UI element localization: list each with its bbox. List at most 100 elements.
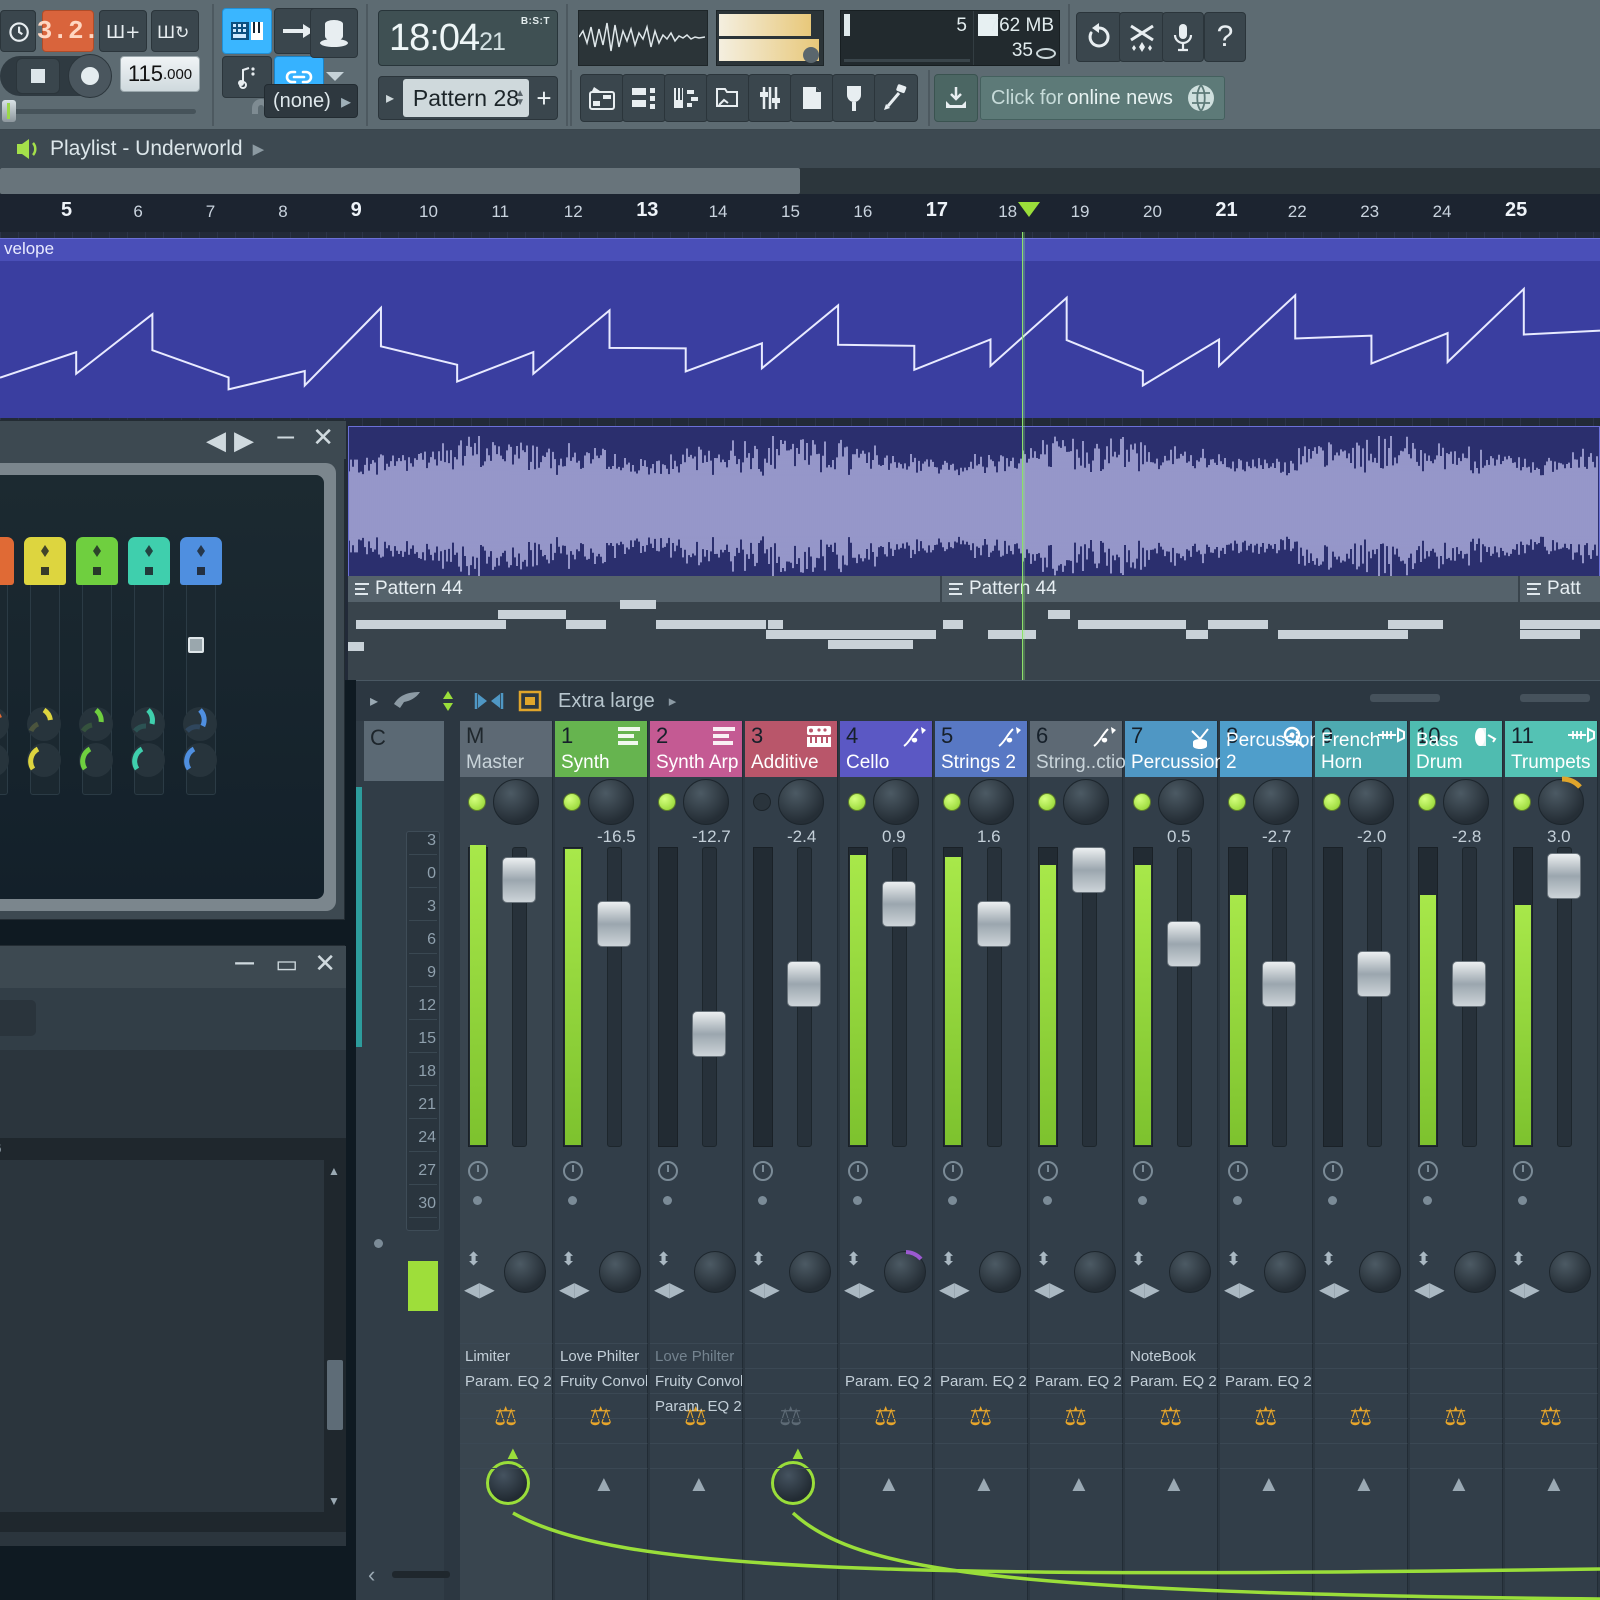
- strip-send-knob[interactable]: [884, 1250, 926, 1293]
- maximize-icon[interactable]: ▭: [275, 950, 298, 979]
- strip-updown-arrows[interactable]: ⬍: [846, 1249, 861, 1270]
- mixer-effect-slot[interactable]: [1315, 1418, 1408, 1443]
- strip-stereo-separation-icon[interactable]: ◀▶: [654, 1277, 685, 1302]
- pattern-clip-header[interactable]: Pattern 44: [348, 576, 940, 602]
- mixer-effect-slot[interactable]: [1410, 1418, 1503, 1443]
- undo-icon[interactable]: [1076, 12, 1122, 62]
- prev-preset-icon[interactable]: ◀: [206, 425, 226, 456]
- channel-rack-icon[interactable]: [622, 74, 666, 122]
- mixer-effect-slot[interactable]: [1410, 1393, 1503, 1418]
- mixer-scrollbar-a[interactable]: [1370, 694, 1440, 702]
- minimize-icon[interactable]: –: [277, 419, 294, 453]
- strip-updown-arrows[interactable]: ⬍: [561, 1249, 576, 1270]
- strip-volume-fader[interactable]: [597, 901, 631, 947]
- strip-dot-indicator[interactable]: [473, 1196, 482, 1205]
- strip-header[interactable]: M Master: [460, 721, 552, 777]
- mixer-effect-slot[interactable]: [1125, 1443, 1218, 1468]
- strip-record-arm-icon[interactable]: [1038, 1161, 1058, 1181]
- mixer-effect-slot[interactable]: [650, 1443, 743, 1468]
- mixer-effect-slot[interactable]: [745, 1368, 838, 1393]
- strip-updown-arrows[interactable]: ⬍: [1036, 1249, 1051, 1270]
- strip-header[interactable]: 1 Synth: [555, 721, 647, 777]
- strip-enable-led[interactable]: [563, 793, 581, 811]
- strip-pan-knob[interactable]: [493, 779, 539, 825]
- strip-volume-fader-track[interactable]: [1177, 847, 1192, 1147]
- shuffle-icon[interactable]: [1119, 12, 1165, 62]
- pattern-note[interactable]: [828, 640, 913, 649]
- pattern-note[interactable]: [1186, 630, 1208, 639]
- strip-record-arm-icon[interactable]: [1418, 1161, 1438, 1181]
- strip-updown-arrows[interactable]: ⬍: [1416, 1249, 1431, 1270]
- strip-enable-led[interactable]: [753, 793, 771, 811]
- strip-pan-knob[interactable]: [1063, 779, 1109, 825]
- mixer-effect-slot[interactable]: [1505, 1418, 1598, 1443]
- strip-volume-fader[interactable]: [1452, 961, 1486, 1007]
- strip-volume-fader[interactable]: [692, 1011, 726, 1057]
- strip-pan-knob[interactable]: [1443, 779, 1489, 825]
- close-icon[interactable]: ✕: [312, 422, 334, 453]
- pattern-clip-header[interactable]: Pattern 44: [942, 576, 1518, 602]
- eq-bandwidth-knob[interactable]: [79, 743, 113, 777]
- mixer-effect-slot[interactable]: [1315, 1368, 1408, 1393]
- mixer-effect-slot[interactable]: [460, 1468, 553, 1493]
- strip-volume-fader[interactable]: [1072, 847, 1106, 893]
- loop-record-icon[interactable]: Ш↻: [151, 10, 199, 52]
- mixer-effect-slot[interactable]: [935, 1468, 1028, 1493]
- strip-volume-fader[interactable]: [1262, 961, 1296, 1007]
- strip-send-knob[interactable]: [1359, 1251, 1401, 1293]
- strip-enable-led[interactable]: [848, 793, 866, 811]
- strip-dot-indicator[interactable]: [853, 1196, 862, 1205]
- mixer-effect-slot[interactable]: [650, 1418, 743, 1443]
- pattern-field[interactable]: Pattern 28 ▲ ▼: [403, 79, 529, 117]
- mixer-effect-slot[interactable]: [1030, 1468, 1123, 1493]
- strip-enable-led[interactable]: [658, 793, 676, 811]
- mixer-effect-slot[interactable]: [1505, 1343, 1598, 1368]
- plugin-picker-icon[interactable]: [790, 74, 834, 122]
- strip-header[interactable]: 4 Cello: [840, 721, 932, 777]
- strip-stereo-separation-icon[interactable]: ◀▶: [1129, 1277, 1160, 1302]
- chevron-right-icon[interactable]: ▶: [253, 140, 265, 158]
- next-preset-icon[interactable]: ▶: [234, 425, 254, 456]
- mixer-effect-slot[interactable]: [1505, 1393, 1598, 1418]
- metronome-icon[interactable]: [0, 10, 36, 52]
- strip-enable-led[interactable]: [1418, 793, 1436, 811]
- minimize-icon[interactable]: –: [235, 942, 254, 981]
- mixer-effect-slot[interactable]: [1505, 1368, 1598, 1393]
- mixer-link-icon[interactable]: [436, 689, 460, 713]
- mixer-effect-slot[interactable]: [935, 1418, 1028, 1443]
- strip-header[interactable]: 7 Percussion: [1125, 721, 1225, 777]
- mixer-effect-slot[interactable]: [1315, 1343, 1408, 1368]
- pitch-editor-canvas[interactable]: [0, 1160, 324, 1512]
- mixer-effect-slot[interactable]: [555, 1443, 648, 1468]
- chevron-right-icon[interactable]: ▸: [669, 692, 677, 710]
- plugin-window-parametric-eq[interactable]: ◀ ▶ – ✕ BLE 0k 6 ⬍ MPARE +18+12: [0, 419, 346, 920]
- mixer-effect-slot[interactable]: Param. EQ 2: [840, 1368, 933, 1393]
- piano-roll-icon[interactable]: [664, 74, 708, 122]
- mixer-scroll-left-arrow[interactable]: ‹: [368, 1562, 375, 1588]
- strip-dot-indicator[interactable]: [1518, 1196, 1527, 1205]
- mixer-effect-slot[interactable]: Love Philter: [650, 1343, 743, 1368]
- pitch-ruler[interactable]: 35 36: [0, 1138, 346, 1160]
- playlist-horizontal-scrollbar[interactable]: [0, 168, 1600, 194]
- mixer-effect-slot[interactable]: [555, 1418, 648, 1443]
- chevron-down-icon[interactable]: [326, 72, 344, 81]
- snap-selector[interactable]: (none) ▸: [264, 84, 358, 118]
- strip-record-arm-icon[interactable]: [1228, 1161, 1248, 1181]
- mixer-effect-slot[interactable]: [1220, 1418, 1313, 1443]
- strip-pan-knob[interactable]: [1538, 776, 1584, 825]
- strip-record-arm-icon[interactable]: [658, 1161, 678, 1181]
- plugin2-body[interactable]: LENGTH/SEL 5418496 center variation tran…: [0, 988, 346, 1546]
- mixer-effect-slot[interactable]: [840, 1343, 933, 1368]
- eq-bandwidth-knob[interactable]: [183, 743, 217, 777]
- strip-stereo-separation-icon[interactable]: ◀▶: [559, 1277, 590, 1302]
- strip-header[interactable]: 6 String..ction: [1030, 721, 1136, 777]
- strip-pan-knob[interactable]: [778, 779, 824, 825]
- eq-band-handle[interactable]: [180, 537, 222, 585]
- strip-volume-fader-track[interactable]: [607, 847, 622, 1147]
- mixer-effect-slot[interactable]: [1220, 1468, 1313, 1493]
- mixer-size-label[interactable]: Extra large: [558, 690, 655, 713]
- strip-record-arm-icon[interactable]: [563, 1161, 583, 1181]
- strip-pan-knob[interactable]: [683, 779, 729, 825]
- strip-updown-arrows[interactable]: ⬍: [466, 1249, 481, 1270]
- mixer-effect-slot[interactable]: [1125, 1468, 1218, 1493]
